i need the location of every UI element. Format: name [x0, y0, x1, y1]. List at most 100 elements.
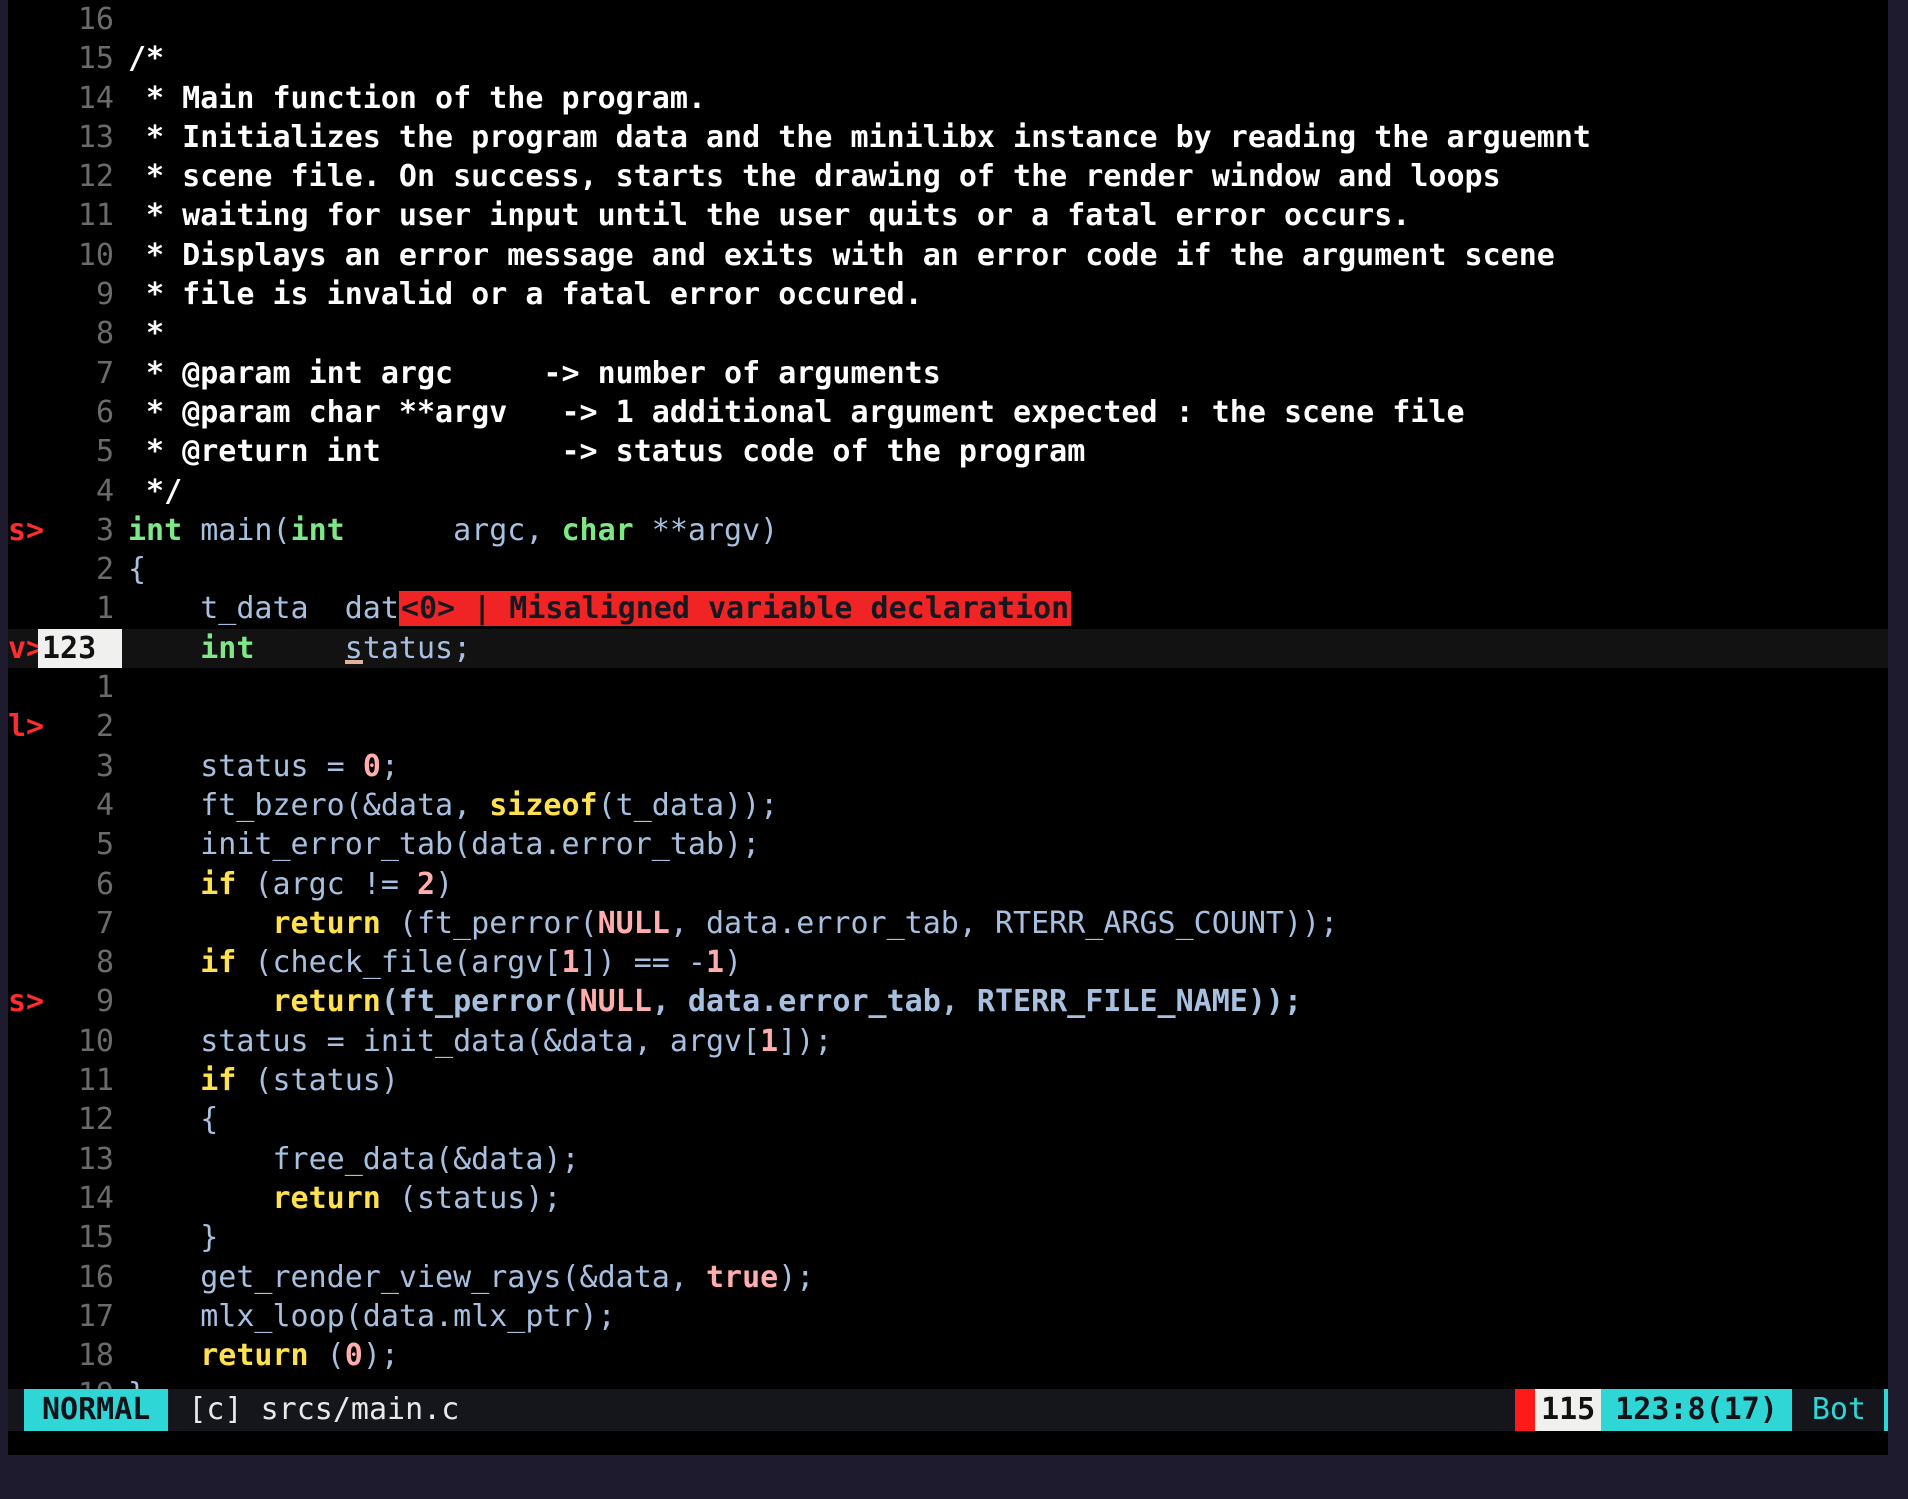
buffer-line[interactable]: 13 * Initializes the program data and th…	[8, 118, 1888, 157]
line-content: return (ft_perror(NULL, data.error_tab, …	[128, 904, 1339, 943]
line-content: * @param char **argv -> 1 additional arg…	[128, 393, 1465, 432]
buffer-line[interactable]: 18 return (0);	[8, 1336, 1888, 1375]
buffer-line[interactable]: 3 status = 0;	[8, 747, 1888, 786]
buffer-line[interactable]: 8 *	[8, 314, 1888, 353]
code-token: status =	[128, 748, 363, 784]
line-number: 14	[77, 80, 114, 116]
buffer-line[interactable]: 6 if (argc != 2)	[8, 865, 1888, 904]
buffer-line[interactable]: 12 * scene file. On success, starts the …	[8, 157, 1888, 196]
statusline: NORMAL [c] srcs/main.c 115 123:8(17) Bot	[8, 1389, 1888, 1431]
code-token: (status);	[380, 1180, 562, 1216]
line-number: 10	[77, 237, 114, 273]
buffer-line[interactable]: v> 123 int status;	[8, 628, 1888, 669]
buffer-line[interactable]: 10 * Displays an error message and exits…	[8, 236, 1888, 275]
code-token: return	[200, 1338, 309, 1374]
buffer-line[interactable]: 6 * @param char **argv -> 1 additional a…	[8, 393, 1888, 432]
terminal-window: 16 15/* 14 * Main function of the program.…	[0, 0, 1908, 1499]
code-token: main	[200, 512, 273, 548]
line-content: int main(int argc, char **argv)	[128, 511, 778, 550]
line-number: 3	[95, 748, 114, 784]
line-number: 3	[95, 512, 114, 548]
line-content: * @param int argc -> number of arguments	[128, 354, 941, 393]
code-token: NULL	[597, 905, 670, 941]
line-number: 16	[77, 2, 114, 37]
code-token: free_data(&data);	[128, 1141, 580, 1177]
buffer-line[interactable]: 5 * @return int -> status code of the pr…	[8, 432, 1888, 471]
buffer-line[interactable]: 11 * waiting for user input until the us…	[8, 196, 1888, 235]
buffer-line[interactable]: 13 free_data(&data);	[8, 1140, 1888, 1179]
buffer-line[interactable]: 4 ft_bzero(&data, sizeof(t_data));	[8, 786, 1888, 825]
line-number: 2	[95, 709, 114, 745]
buffer-line[interactable]: 2{	[8, 550, 1888, 589]
code-token: char	[561, 512, 634, 548]
line-number: 6	[95, 866, 114, 902]
line-content: if (check_file(argv[1]) == -1)	[128, 943, 742, 982]
code-token: (status)	[236, 1063, 399, 1099]
code-token: (	[308, 1338, 345, 1374]
code-token: * file is invalid or a fatal error occur…	[128, 277, 923, 313]
editor-text-area[interactable]: 16 15/* 14 * Main function of the program.…	[8, 0, 1888, 1412]
buffer-line[interactable]: 1 t_data dat<0> | Misaligned variable de…	[8, 589, 1888, 628]
code-token: if	[200, 945, 237, 981]
line-number: 9	[95, 984, 114, 1020]
line-number: 12	[77, 1102, 114, 1138]
statusline-cursor-position: 123:8(17)	[1601, 1389, 1792, 1431]
line-number: 11	[77, 1063, 114, 1099]
buffer-line[interactable]: 15 }	[8, 1218, 1888, 1257]
line-content: return (0);	[128, 1336, 399, 1375]
buffer-line[interactable]: 14 * Main function of the program.	[8, 79, 1888, 118]
code-token: status = init_data(&data, argv[	[128, 1023, 761, 1059]
buffer-line[interactable]: 15 /*	[8, 39, 1888, 78]
buffer-line[interactable]: 1	[8, 668, 1888, 707]
buffer-line[interactable]: 8 if (check_file(argv[1]) == -1)	[8, 943, 1888, 982]
code-token: * scene file. On success, starts the dra…	[128, 159, 1501, 195]
buffer-line[interactable]: l> 2	[8, 707, 1888, 746]
buffer-line[interactable]: s> 9 return(ft_perror(NULL, data.error_ta…	[8, 982, 1888, 1021]
code-token: /*	[128, 41, 165, 77]
code-token: {	[128, 1102, 219, 1138]
code-token: int	[128, 512, 183, 548]
code-token: (	[272, 512, 291, 548]
line-number: 1	[95, 670, 114, 706]
line-content: * waiting for user input until the user …	[128, 196, 1410, 235]
code-token: 0	[362, 748, 381, 784]
buffer-line[interactable]: s> 3 int main(int argc, char **argv)	[8, 511, 1888, 550]
line-content: if (argc != 2)	[128, 865, 453, 904]
code-token: true	[705, 1259, 779, 1295]
buffer-line[interactable]: 7 return (ft_perror(NULL, data.error_tab…	[8, 904, 1888, 943]
line-number: 11	[77, 198, 114, 234]
buffer-line[interactable]: 9 * file is invalid or a fatal error occ…	[8, 275, 1888, 314]
line-content: * Main function of the program.	[128, 79, 706, 118]
buffer-line[interactable]: 5 init_error_tab(data.error_tab);	[8, 825, 1888, 864]
line-content: get_render_view_rays(&data, true);	[128, 1258, 814, 1297]
buffer-line[interactable]: 4 */	[8, 472, 1888, 511]
code-token: );	[778, 1259, 815, 1295]
buffer-line[interactable]: 14 return (status);	[8, 1179, 1888, 1218]
statusline-error-marker	[1515, 1389, 1536, 1431]
code-token: ]);	[778, 1023, 833, 1059]
line-number: 13	[77, 1141, 114, 1177]
command-line[interactable]	[8, 1431, 1888, 1455]
line-number: 15	[77, 41, 114, 77]
buffer-line[interactable]: 10 status = init_data(&data, argv[1]);	[8, 1022, 1888, 1061]
vim-window: 16 15/* 14 * Main function of the program.…	[8, 0, 1888, 1455]
buffer-line[interactable]: 12 {	[8, 1100, 1888, 1139]
code-token: (ft_perror(	[380, 905, 598, 941]
buffer-line[interactable]: 11 if (status)	[8, 1061, 1888, 1100]
buffer-line[interactable]: 16	[8, 0, 1888, 39]
text-cursor: s	[344, 630, 363, 666]
code-token: **argv)	[633, 512, 779, 548]
buffer-line[interactable]: 17 mlx_loop(data.mlx_ptr);	[8, 1297, 1888, 1336]
code-token: int	[200, 630, 255, 666]
buffer-line[interactable]: 7 * @param int argc -> number of argumen…	[8, 354, 1888, 393]
code-token: */	[128, 473, 183, 509]
code-token: tatus;	[362, 630, 472, 666]
buffer-line[interactable]: 16 get_render_view_rays(&data, true);	[8, 1258, 1888, 1297]
code-token: (argc !=	[236, 866, 417, 902]
